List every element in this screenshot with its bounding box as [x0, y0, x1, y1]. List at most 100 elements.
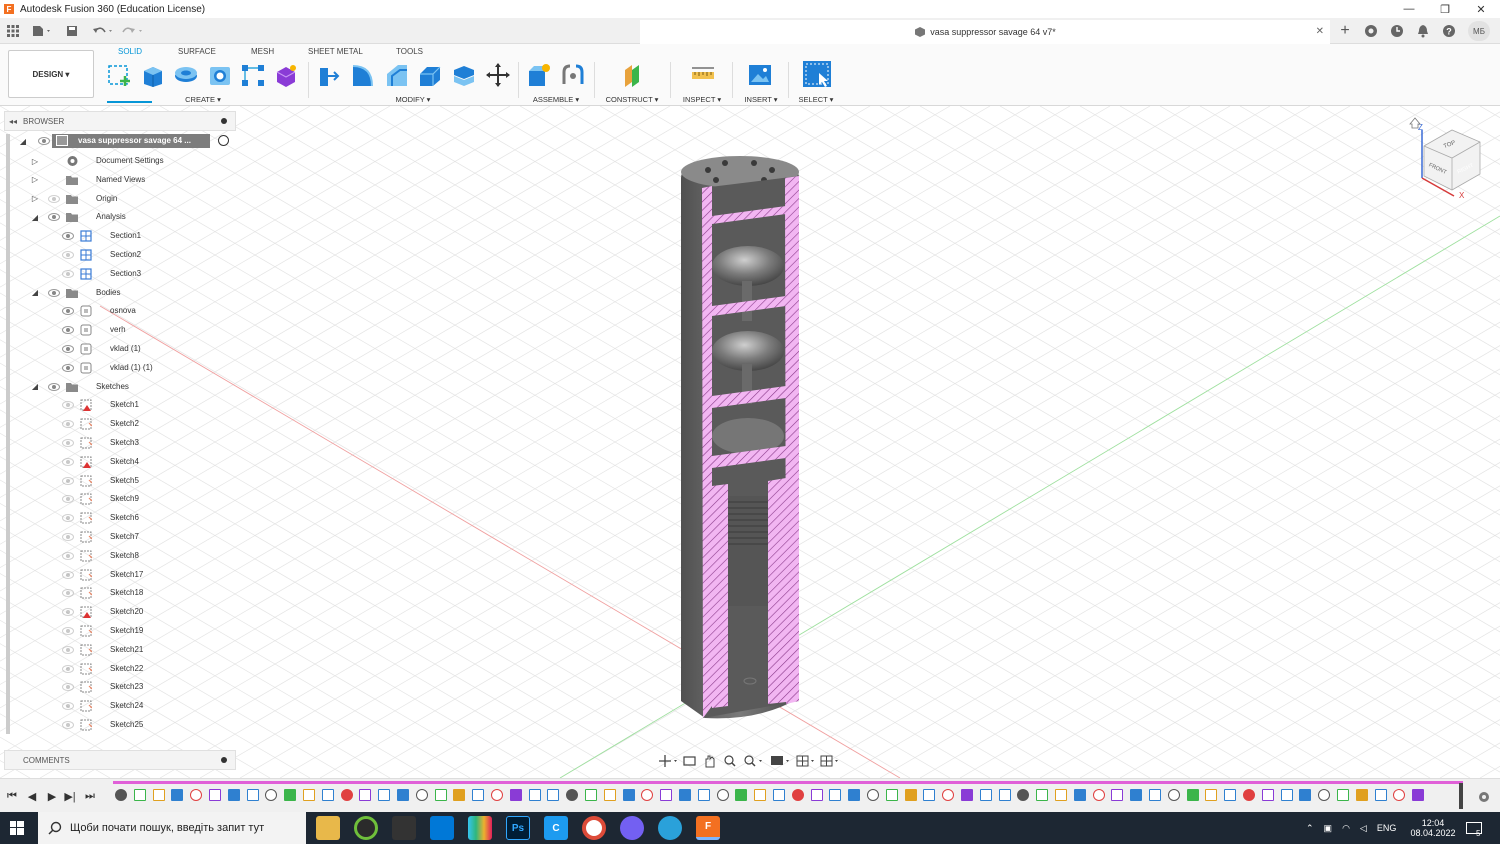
visibility-eye-icon[interactable] — [62, 232, 74, 241]
visibility-eye-icon[interactable] — [62, 589, 74, 598]
fit-zoom-icon[interactable] — [744, 755, 762, 767]
close-button[interactable]: ✕ — [1464, 0, 1498, 18]
browser-item-vklad-1[interactable]: vklad (1) — [4, 340, 236, 358]
activate-radio-icon[interactable] — [218, 135, 229, 146]
timeline-feature-icon[interactable] — [133, 789, 146, 801]
timeline-feature-icon[interactable] — [1130, 789, 1143, 801]
timeline-feature-icon[interactable] — [679, 789, 691, 801]
timeline-feature-icon[interactable] — [1186, 789, 1199, 801]
suppressor-model[interactable] — [681, 156, 799, 719]
grid-settings-icon[interactable] — [796, 755, 814, 767]
browser-item-sketch9[interactable]: Sketch9 — [4, 490, 236, 508]
create-group-label[interactable]: CREATE ▾ — [178, 95, 228, 104]
timeline-feature-icon[interactable] — [115, 789, 127, 801]
visibility-eye-icon[interactable] — [48, 288, 60, 297]
timeline-feature-icon[interactable] — [885, 789, 898, 801]
comments-pin-icon[interactable] — [221, 757, 227, 763]
select-tool-icon[interactable] — [802, 60, 832, 88]
pin-icon[interactable] — [221, 118, 227, 124]
timeline-feature-icon[interactable] — [303, 789, 315, 801]
visibility-eye-icon[interactable] — [62, 269, 74, 278]
timeline-feature-icon[interactable] — [434, 789, 447, 801]
tray-wifi-icon[interactable]: ◠ — [1342, 823, 1350, 834]
browser-item-bodies[interactable]: ◢ Bodies — [4, 284, 236, 302]
chamfer-icon[interactable] — [384, 62, 410, 88]
timeline-feature-icon[interactable] — [754, 789, 767, 801]
browser-item-sketch22[interactable]: Sketch22 — [4, 660, 236, 678]
timeline-feature-icon[interactable] — [848, 789, 861, 801]
timeline-feature-icon[interactable] — [284, 789, 297, 801]
create-form-icon[interactable] — [273, 62, 299, 88]
visibility-eye-icon[interactable] — [62, 251, 74, 259]
timeline-feature-icon[interactable] — [641, 789, 654, 801]
chrome-icon[interactable] — [582, 816, 606, 840]
notifications-bell-icon[interactable] — [1414, 22, 1432, 40]
timeline-feature-icon[interactable] — [152, 789, 165, 801]
timeline-feature-icon[interactable] — [397, 789, 409, 801]
workspace-switcher[interactable]: DESIGN ▾ — [8, 50, 94, 98]
timeline-feature-icon[interactable] — [1318, 789, 1331, 801]
help-icon[interactable]: ? — [1440, 22, 1458, 40]
viewports-icon[interactable] — [820, 755, 838, 767]
browser-item-sketch18[interactable]: Sketch18 — [4, 584, 236, 602]
file-menu-icon[interactable] — [30, 22, 54, 40]
visibility-eye-icon[interactable] — [62, 627, 74, 635]
create-sketch-icon[interactable] — [107, 62, 133, 88]
timeline-feature-icon[interactable] — [1280, 789, 1293, 801]
modify-group-label[interactable]: MODIFY ▾ — [388, 95, 438, 104]
browser-item-analysis[interactable]: ◢ Analysis — [4, 208, 236, 226]
timeline-feature-icon[interactable] — [209, 789, 221, 801]
timeline-feature-icon[interactable] — [340, 789, 353, 801]
measure-icon[interactable] — [690, 62, 716, 88]
slack-icon[interactable] — [468, 816, 492, 840]
timeline-feature-icon[interactable] — [415, 789, 428, 801]
inspect-group-label[interactable]: INSPECT ▾ — [676, 95, 728, 104]
browser-item-sketch1[interactable]: Sketch1 — [4, 396, 236, 414]
timeline-feature-icon[interactable] — [810, 789, 823, 801]
visibility-eye-icon[interactable] — [62, 514, 74, 523]
timeline-feature-icon[interactable] — [585, 789, 597, 801]
skype-icon[interactable]: C — [544, 816, 568, 840]
timeline-feature-icon[interactable] — [1355, 789, 1368, 801]
tray-clock[interactable]: 12:04 08.04.2022 — [1408, 812, 1458, 844]
rectangular-pattern-icon[interactable] — [240, 62, 266, 88]
browser-item-sketch6[interactable]: Sketch6 — [4, 509, 236, 527]
tray-chevron-up-icon[interactable]: ⌃ — [1306, 823, 1314, 834]
collapse-triangle-icon[interactable]: ◢ — [18, 136, 28, 146]
timeline-feature-icon[interactable] — [509, 789, 522, 801]
browser-item-section2[interactable]: Section2 — [4, 246, 236, 264]
timeline-feature-icon[interactable] — [867, 789, 879, 801]
collapse-triangle-icon[interactable]: ◢ — [30, 382, 40, 392]
display-settings-icon[interactable] — [771, 756, 789, 765]
browser-app-icon[interactable] — [354, 816, 378, 840]
comments-panel-header[interactable]: COMMENTS — [4, 750, 236, 770]
timeline-feature-icon[interactable] — [998, 789, 1011, 801]
timeline-feature-icon[interactable] — [622, 789, 635, 801]
fillet-icon[interactable] — [350, 62, 376, 88]
tray-volume-icon[interactable]: ◁ — [1360, 823, 1367, 834]
visibility-eye-icon[interactable] — [62, 664, 74, 673]
visibility-eye-icon[interactable] — [62, 721, 74, 729]
visibility-eye-icon[interactable] — [62, 363, 74, 372]
timeline-feature-icon[interactable] — [660, 789, 673, 801]
visibility-eye-icon[interactable] — [62, 683, 74, 692]
visibility-eye-icon[interactable] — [62, 495, 74, 504]
telegram-icon[interactable] — [658, 816, 682, 840]
timeline-feature-icon[interactable] — [829, 789, 842, 801]
visibility-eye-icon[interactable] — [48, 213, 60, 222]
pan-hand-icon[interactable] — [705, 755, 715, 768]
action-center-icon[interactable]: 5 — [1466, 812, 1482, 844]
tab-solid[interactable]: SOLID — [118, 47, 142, 56]
timeline-feature-icon[interactable] — [1073, 789, 1086, 801]
tray-language[interactable]: ENG — [1377, 823, 1397, 833]
timeline-feature-icon[interactable] — [1261, 789, 1274, 801]
browser-item-sketch7[interactable]: Sketch7 — [4, 528, 236, 546]
press-pull-icon[interactable] — [316, 62, 342, 88]
browser-item-vklad-1-1[interactable]: vklad (1) (1) — [4, 359, 236, 377]
browser-item-sketch5[interactable]: Sketch5 — [4, 472, 236, 490]
timeline-feature-icon[interactable] — [735, 789, 748, 801]
timeline-feature-icon[interactable] — [1299, 789, 1312, 801]
timeline-step-back-button[interactable]: ◀ — [26, 790, 38, 803]
dropbox-icon[interactable] — [430, 816, 454, 840]
timeline-feature-icon[interactable] — [1243, 789, 1255, 801]
